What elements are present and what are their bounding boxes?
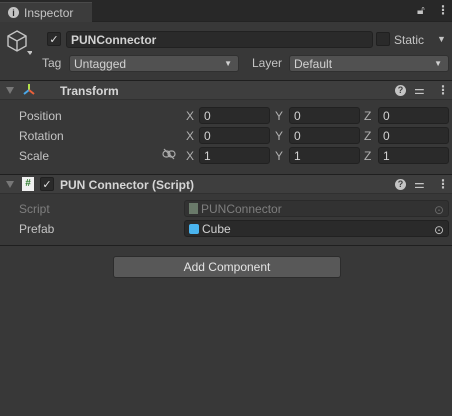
chevron-down-icon: ▼ bbox=[224, 59, 232, 68]
rotation-x-field[interactable]: 0 bbox=[199, 127, 270, 144]
axis-x-label[interactable]: X bbox=[186, 149, 194, 163]
value: 0 bbox=[204, 108, 211, 123]
object-name-field[interactable]: PUNConnector bbox=[66, 31, 373, 48]
prefab-cube-icon bbox=[189, 223, 199, 234]
scale-label: Scale bbox=[19, 149, 50, 163]
rotation-label: Rotation bbox=[19, 129, 64, 143]
tab-title: Inspector bbox=[24, 5, 74, 20]
active-checkbox[interactable]: ✓ bbox=[47, 32, 61, 46]
csharp-script-icon: # bbox=[22, 177, 34, 191]
tag-label: Tag bbox=[42, 56, 62, 70]
presets-sliders-icon[interactable]: ⚌ bbox=[414, 83, 425, 97]
value: 0 bbox=[383, 108, 390, 123]
axis-x-label[interactable]: X bbox=[186, 109, 194, 123]
gameobject-cube-icon[interactable] bbox=[6, 29, 33, 62]
value: 1 bbox=[294, 148, 301, 163]
scale-y-field[interactable]: 1 bbox=[289, 147, 360, 164]
script-file-icon bbox=[189, 203, 198, 214]
tag-value: Untagged bbox=[74, 56, 127, 71]
value: 1 bbox=[204, 148, 211, 163]
info-icon: i bbox=[8, 7, 19, 18]
transform-title: Transform bbox=[60, 84, 119, 98]
object-picker-icon[interactable]: ⊙ bbox=[434, 223, 444, 237]
value: 0 bbox=[294, 108, 301, 123]
add-component-button[interactable]: Add Component bbox=[113, 256, 341, 278]
static-checkbox[interactable] bbox=[376, 32, 390, 46]
scale-x-field[interactable]: 1 bbox=[199, 147, 270, 164]
axis-y-label[interactable]: Y bbox=[275, 129, 283, 143]
axis-z-label[interactable]: Z bbox=[364, 109, 371, 123]
static-dropdown-arrow-icon[interactable]: ▼ bbox=[437, 34, 446, 44]
value: 1 bbox=[383, 148, 390, 163]
value: 0 bbox=[294, 128, 301, 143]
foldout-triangle-icon[interactable] bbox=[6, 181, 14, 188]
position-x-field[interactable]: 0 bbox=[199, 107, 270, 124]
help-icon[interactable]: ? bbox=[395, 179, 406, 190]
help-icon[interactable]: ? bbox=[395, 85, 406, 96]
lock-icon[interactable]: 🔓︎ bbox=[417, 3, 425, 18]
script-value: PUNConnector bbox=[201, 201, 282, 216]
more-options-icon[interactable]: ⋮ bbox=[437, 3, 449, 17]
script-enabled-checkbox[interactable]: ✓ bbox=[40, 177, 54, 191]
divider bbox=[0, 245, 452, 246]
prefab-value: Cube bbox=[202, 221, 231, 236]
layer-label: Layer bbox=[252, 56, 283, 70]
more-options-icon[interactable]: ⋮ bbox=[437, 83, 449, 97]
constrain-proportions-link-icon[interactable] bbox=[162, 148, 176, 163]
value: 0 bbox=[204, 128, 211, 143]
transform-header[interactable]: Transform ? ⚌ ⋮ bbox=[0, 80, 452, 100]
prefab-field[interactable]: Cube ⊙ bbox=[184, 220, 449, 237]
script-label: Script bbox=[19, 202, 50, 216]
script-component-title: PUN Connector (Script) bbox=[60, 178, 195, 192]
tab-inspector[interactable]: i Inspector bbox=[0, 2, 92, 22]
foldout-triangle-icon[interactable] bbox=[6, 87, 14, 94]
value: 0 bbox=[383, 128, 390, 143]
position-z-field[interactable]: 0 bbox=[378, 107, 449, 124]
object-picker-icon: ⊙ bbox=[433, 203, 444, 217]
presets-sliders-icon[interactable]: ⚌ bbox=[414, 177, 425, 191]
rotation-z-field[interactable]: 0 bbox=[378, 127, 449, 144]
axis-z-label[interactable]: Z bbox=[364, 149, 371, 163]
rotation-y-field[interactable]: 0 bbox=[289, 127, 360, 144]
transform-icon bbox=[22, 83, 36, 100]
add-component-label: Add Component bbox=[183, 260, 271, 274]
static-label: Static bbox=[394, 33, 425, 47]
object-name: PUNConnector bbox=[71, 32, 157, 47]
axis-z-label[interactable]: Z bbox=[364, 129, 371, 143]
position-y-field[interactable]: 0 bbox=[289, 107, 360, 124]
position-label: Position bbox=[19, 109, 62, 123]
chevron-down-icon: ▼ bbox=[434, 59, 442, 68]
axis-y-label[interactable]: Y bbox=[275, 109, 283, 123]
more-options-icon[interactable]: ⋮ bbox=[437, 177, 449, 191]
layer-value: Default bbox=[294, 56, 333, 71]
script-component-header[interactable]: # ✓ PUN Connector (Script) ? ⚌ ⋮ bbox=[0, 174, 452, 194]
tag-dropdown[interactable]: Untagged ▼ bbox=[69, 55, 239, 72]
prefab-label: Prefab bbox=[19, 222, 55, 236]
scale-z-field[interactable]: 1 bbox=[378, 147, 449, 164]
axis-y-label[interactable]: Y bbox=[275, 149, 283, 163]
script-field: PUNConnector ⊙ bbox=[184, 200, 449, 217]
axis-x-label[interactable]: X bbox=[186, 129, 194, 143]
layer-dropdown[interactable]: Default ▼ bbox=[289, 55, 449, 72]
